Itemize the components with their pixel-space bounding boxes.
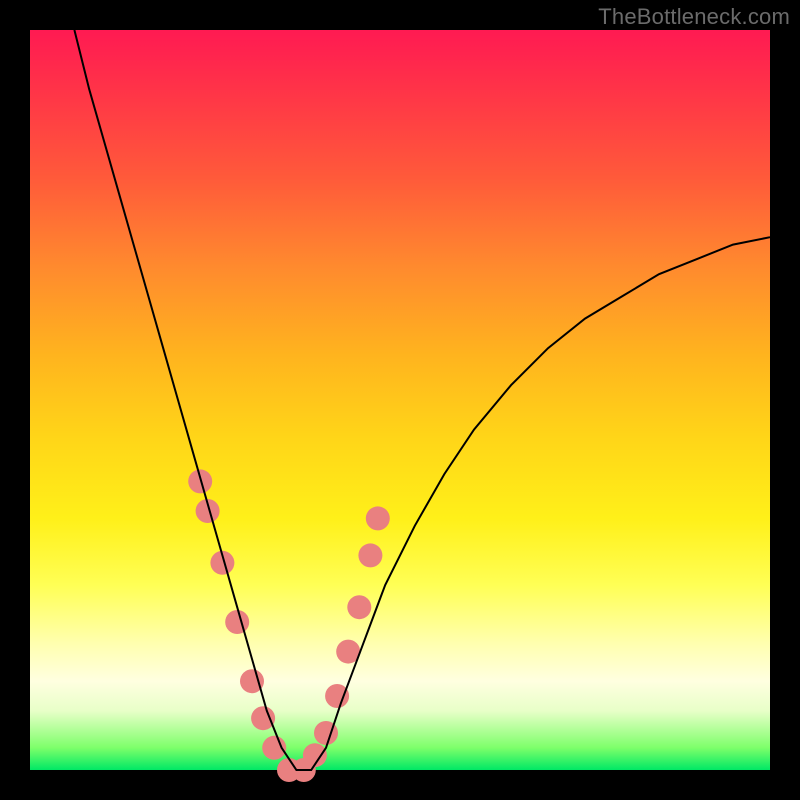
data-marker	[325, 684, 349, 708]
chart-frame	[30, 30, 770, 770]
markers-group	[188, 469, 390, 782]
data-marker	[366, 506, 390, 530]
watermark-text: TheBottleneck.com	[598, 4, 790, 30]
data-marker	[188, 469, 212, 493]
bottleneck-curve	[74, 30, 770, 770]
data-marker	[358, 543, 382, 567]
data-marker	[225, 610, 249, 634]
data-marker	[347, 595, 371, 619]
chart-svg	[30, 30, 770, 770]
data-marker	[251, 706, 275, 730]
